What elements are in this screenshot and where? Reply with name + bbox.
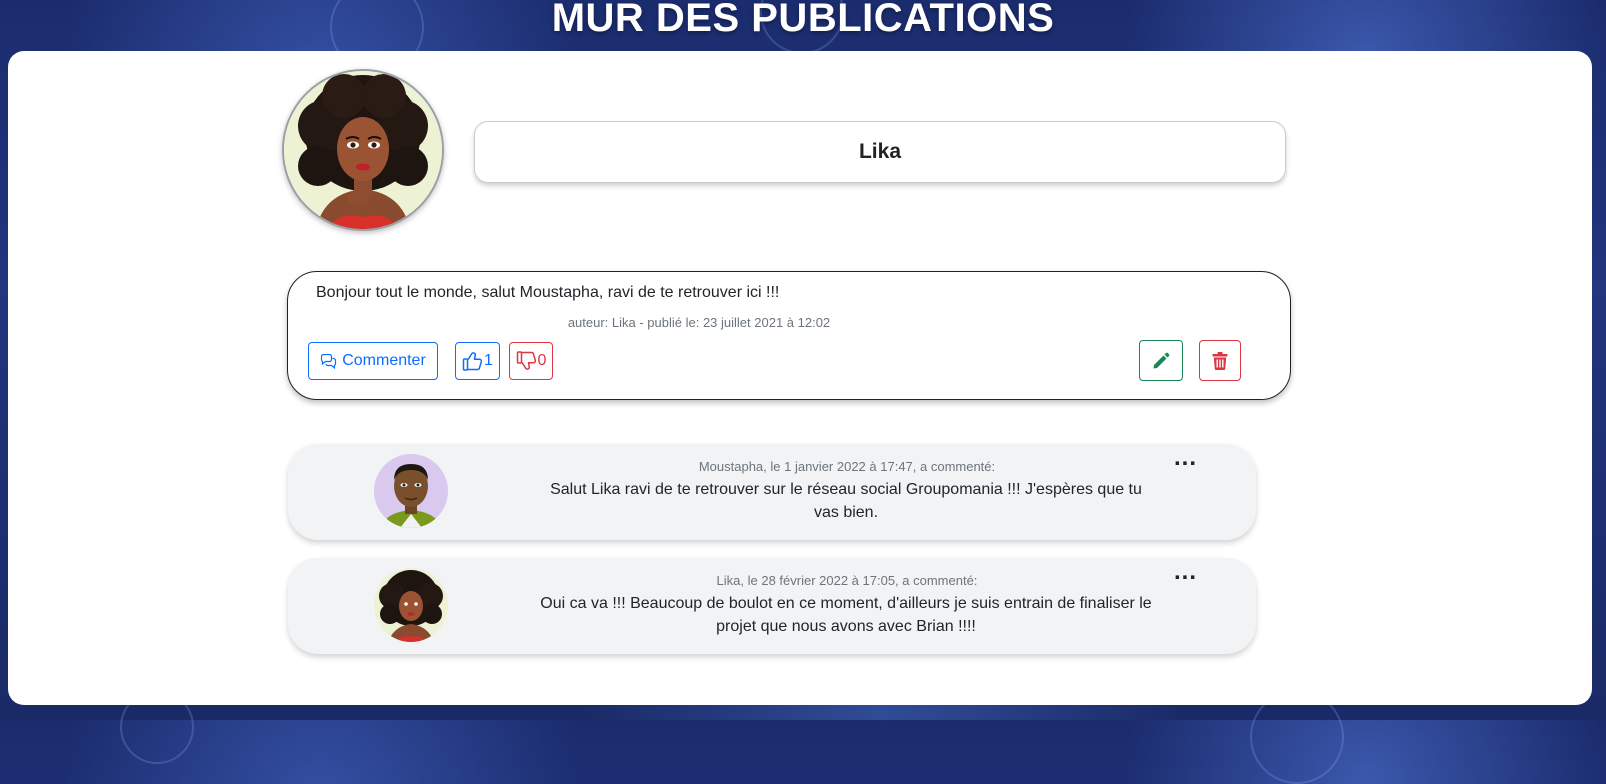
post-meta: auteur: Lika - publié le: 23 juillet 202… xyxy=(567,315,831,330)
edit-post-button[interactable] xyxy=(1139,340,1183,381)
post-text: Bonjour tout le monde, salut Moustapha, … xyxy=(316,284,780,301)
comment-button[interactable]: Commenter xyxy=(308,342,438,380)
comment-text: Salut Lika ravi de te retrouver sur le r… xyxy=(550,481,1142,521)
comment-meta: Moustapha, le 1 janvier 2022 à 17:47, a … xyxy=(698,459,996,474)
thumbs-up-icon xyxy=(462,352,483,371)
like-button[interactable]: 1 xyxy=(455,342,500,380)
comment-card: Moustapha, le 1 janvier 2022 à 17:47, a … xyxy=(288,444,1256,540)
trash-icon xyxy=(1212,351,1228,370)
publication-wall-card: Lika Bonjour tout le monde, salut Mousta… xyxy=(8,51,1592,705)
post-card: Bonjour tout le monde, salut Moustapha, … xyxy=(287,271,1291,400)
comments-icon xyxy=(321,353,337,369)
dislike-count: 0 xyxy=(537,352,547,369)
delete-post-button[interactable] xyxy=(1199,340,1241,381)
dislike-button[interactable]: 0 xyxy=(509,342,553,380)
page-title: MUR DES PUBLICATIONS xyxy=(551,0,1055,40)
comment-button-label: Commenter xyxy=(342,352,426,369)
like-count: 1 xyxy=(484,352,493,369)
woman-avatar-icon xyxy=(284,71,442,229)
comment-text: Oui ca va !!! Beaucoup de boulot en ce m… xyxy=(540,595,1152,635)
comment-card: Lika, le 28 février 2022 à 17:05, a comm… xyxy=(288,558,1256,654)
comment-options-button[interactable]: ... xyxy=(1174,444,1197,472)
comment-meta: Lika, le 28 février 2022 à 17:05, a comm… xyxy=(716,573,978,588)
thumbs-down-icon xyxy=(516,351,536,370)
profile-avatar xyxy=(282,69,444,231)
profile-name: Lika xyxy=(474,121,1286,183)
pencil-icon xyxy=(1153,352,1170,368)
comment-options-button[interactable]: ... xyxy=(1174,558,1197,586)
